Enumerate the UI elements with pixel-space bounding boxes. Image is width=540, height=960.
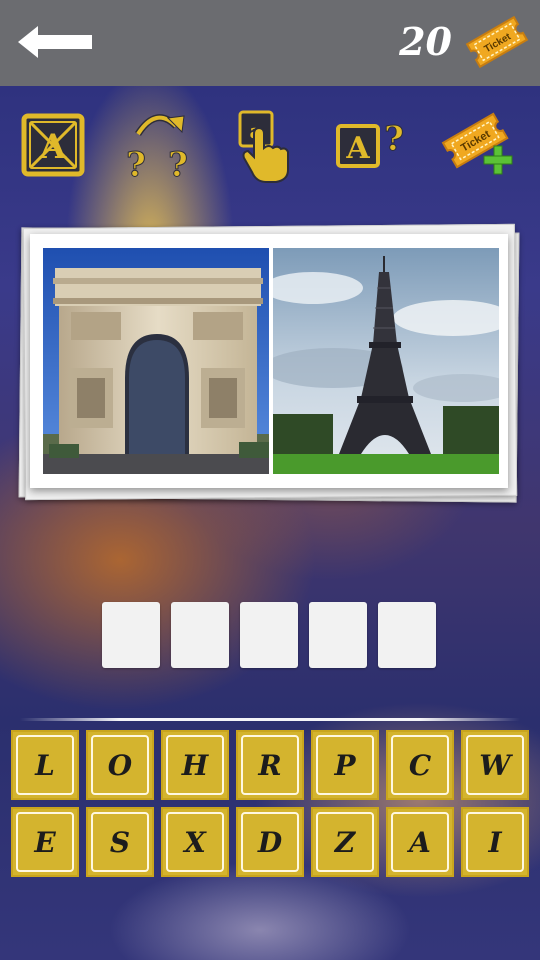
svg-text:A: A xyxy=(345,131,370,166)
powerup-toolbar: A ? ? a A ? xyxy=(0,104,540,188)
photo-card xyxy=(30,234,508,488)
letter-key-label: P xyxy=(316,735,374,795)
answer-slot[interactable] xyxy=(102,602,160,668)
remove-letters-tool[interactable]: A xyxy=(16,104,92,184)
letter-key-label: E xyxy=(16,812,74,872)
buy-tickets-tool[interactable]: Ticket xyxy=(440,104,520,184)
arc-de-triomphe-photo xyxy=(43,248,269,474)
answer-slot[interactable] xyxy=(240,602,298,668)
letter-key-label: W xyxy=(466,735,524,795)
reveal-letter-tool[interactable]: a xyxy=(228,104,304,184)
tap-hand-icon: a xyxy=(238,110,289,183)
letter-key[interactable]: A xyxy=(386,807,454,877)
svg-text:?: ? xyxy=(126,145,146,184)
letter-key-label: H xyxy=(166,735,224,795)
letter-key[interactable]: O xyxy=(86,730,154,800)
letter-key-label: D xyxy=(241,812,299,872)
eiffel-tower-photo xyxy=(273,248,499,474)
svg-text:?: ? xyxy=(168,145,188,184)
letter-key-label: S xyxy=(91,812,149,872)
letter-key[interactable]: W xyxy=(461,730,529,800)
answer-slots xyxy=(0,602,540,670)
letter-key-label: I xyxy=(466,812,524,872)
divider xyxy=(20,718,520,721)
letter-key[interactable]: H xyxy=(161,730,229,800)
ticket-plus-icon: Ticket xyxy=(441,112,513,175)
answer-slot[interactable] xyxy=(309,602,367,668)
back-arrow-icon xyxy=(18,26,92,58)
ticket-count: 20 xyxy=(399,19,452,64)
crossed-letter-icon: A xyxy=(21,113,85,177)
letter-key-label: Z xyxy=(316,812,374,872)
letter-key-label: O xyxy=(91,735,149,795)
letter-keyboard: L O H R P C W E S X D Z A I xyxy=(0,728,540,880)
letter-key-label: C xyxy=(391,735,449,795)
letter-key[interactable]: Z xyxy=(311,807,379,877)
letter-key[interactable]: X xyxy=(161,807,229,877)
back-button[interactable] xyxy=(16,24,96,60)
letter-key[interactable]: C xyxy=(386,730,454,800)
letter-key[interactable]: E xyxy=(11,807,79,877)
question-marks-arrow-icon: ? ? xyxy=(126,114,188,186)
answer-slot[interactable] xyxy=(171,602,229,668)
letter-key[interactable]: P xyxy=(311,730,379,800)
letter-key-label: L xyxy=(16,735,74,795)
top-bar: 20 Ticket xyxy=(0,0,540,86)
letter-key-label: A xyxy=(391,812,449,872)
letter-key-label: R xyxy=(241,735,299,795)
letter-key[interactable]: S xyxy=(86,807,154,877)
hint-letter-tool[interactable]: A ? xyxy=(334,104,410,184)
letter-question-icon: A ? xyxy=(336,119,404,168)
svg-text:?: ? xyxy=(384,119,404,159)
letter-key-label: X xyxy=(166,812,224,872)
letter-key[interactable]: I xyxy=(461,807,529,877)
letter-key[interactable]: L xyxy=(11,730,79,800)
puzzle-photo-frame xyxy=(18,223,520,503)
letter-key[interactable]: R xyxy=(236,730,304,800)
skip-puzzle-tool[interactable]: ? ? xyxy=(120,104,196,186)
answer-slot[interactable] xyxy=(378,602,436,668)
ticket-icon[interactable]: Ticket xyxy=(464,12,530,72)
letter-key[interactable]: D xyxy=(236,807,304,877)
